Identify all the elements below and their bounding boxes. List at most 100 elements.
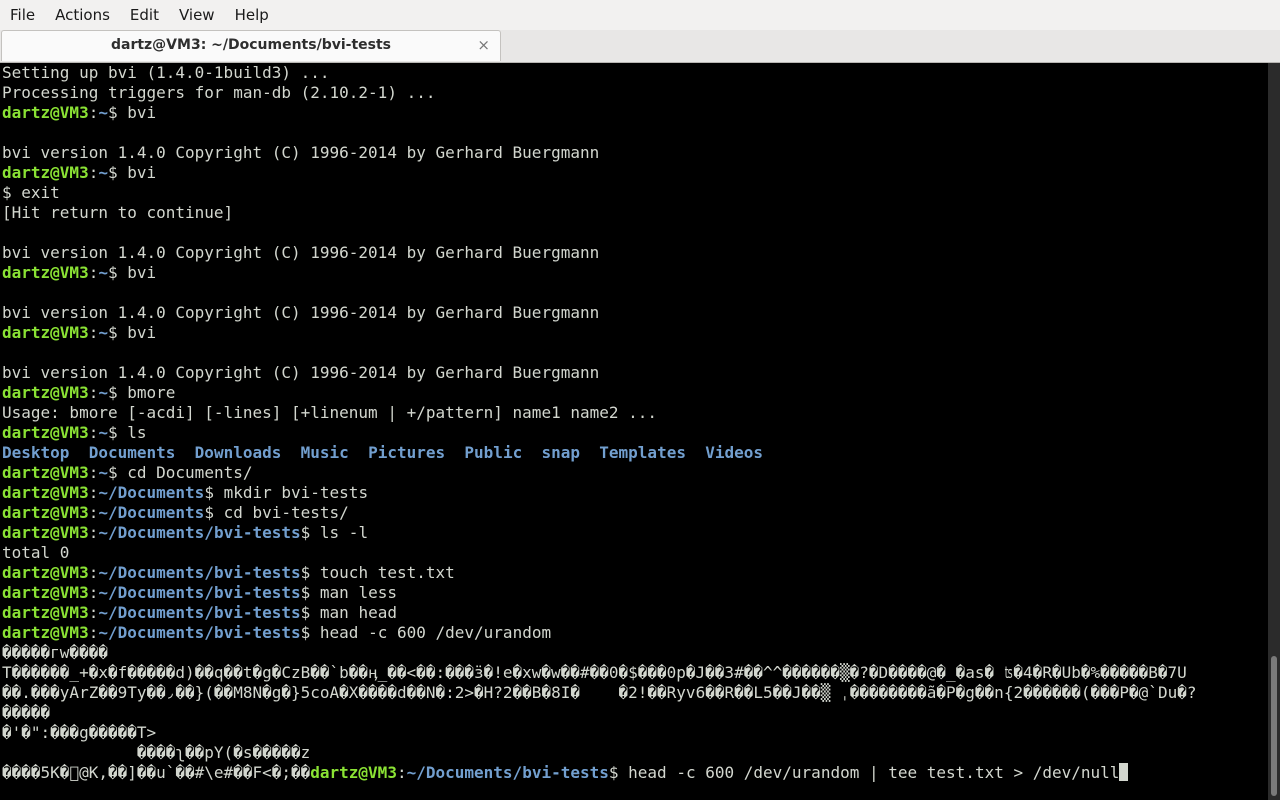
prompt-path: ~/Documents/bvi-tests: [98, 583, 301, 602]
menu-actions[interactable]: Actions: [45, 0, 120, 30]
terminal-line: dartz@VM3:~$ cd Documents/: [0, 463, 1268, 483]
terminal-line: [Hit return to continue]: [0, 203, 1268, 223]
terminal-text: :: [88, 263, 99, 282]
terminal-line: dartz@VM3:~/Documents/bvi-tests$ head -c…: [0, 623, 1268, 643]
terminal-line: Processing triggers for man-db (2.10.2-1…: [0, 83, 1268, 103]
close-icon[interactable]: ×: [477, 36, 490, 54]
terminal-text: bvi version 1.4.0 Copyright (C) 1996-201…: [2, 363, 600, 382]
prompt-user-host: dartz@VM3: [2, 423, 89, 442]
prompt-user-host: dartz@VM3: [2, 623, 89, 642]
terminal-text: :: [396, 763, 407, 782]
terminal-text: :: [88, 103, 99, 122]
directory-entry: Downloads: [194, 443, 282, 462]
terminal-text: :: [88, 583, 99, 602]
terminal-text: bvi version 1.4.0 Copyright (C) 1996-201…: [2, 243, 600, 262]
prompt-path: ~/Documents/bvi-tests: [98, 623, 301, 642]
terminal-text: $ bvi: [107, 103, 157, 122]
terminal-line: ����5K�⃞@K,��]��u`��#\e#��F<�;��dartz@VM…: [0, 763, 1268, 783]
terminal-line: dartz@VM3:~/Documents$ mkdir bvi-tests: [0, 483, 1268, 503]
tab-title: dartz@VM3: ~/Documents/bvi-tests: [110, 37, 392, 53]
terminal-text: ����5K�⃞@K,��]��u`��#\e#��F<�;��: [2, 763, 311, 782]
terminal-line: �'�":���g�����T>: [0, 723, 1268, 743]
prompt-path: ~/Documents/bvi-tests: [98, 603, 301, 622]
terminal-line: dartz@VM3:~$ bvi: [0, 323, 1268, 343]
terminal-line: T������_+�x�f�����d)��q��t�g�CzB��`b��ӊ_…: [0, 663, 1268, 683]
terminal-text: :: [88, 503, 99, 522]
terminal-text: :: [88, 163, 99, 182]
prompt-path: ~: [98, 263, 108, 282]
terminal-text: :: [88, 483, 99, 502]
terminal-line: dartz@VM3:~/Documents/bvi-tests$ man les…: [0, 583, 1268, 603]
terminal-text: $ head -c 600 /dev/urandom: [300, 623, 552, 642]
terminal-text: $ bvi: [107, 163, 157, 182]
menu-bar: File Actions Edit View Help: [0, 0, 1280, 30]
prompt-path: ~/Documents: [98, 483, 205, 502]
directory-entry: Templates: [599, 443, 686, 462]
terminal-text: $ bmore: [107, 383, 176, 402]
prompt-path: ~: [98, 383, 108, 402]
terminal-line: bvi version 1.4.0 Copyright (C) 1996-201…: [0, 143, 1268, 163]
menu-edit[interactable]: Edit: [120, 0, 169, 30]
menu-file[interactable]: File: [0, 0, 45, 30]
terminal-text: :: [88, 563, 99, 582]
terminal-line: �����гw����: [0, 643, 1268, 663]
terminal-text: bvi version 1.4.0 Copyright (C) 1996-201…: [2, 303, 600, 322]
terminal-text: :: [88, 623, 99, 642]
directory-entry: Music: [300, 443, 349, 462]
terminal-text: $ exit: [2, 183, 60, 202]
terminal-text: [Hit return to continue]: [2, 203, 234, 222]
directory-entry: snap: [541, 443, 580, 462]
terminal-line: ��.���yArZ��9Ty��◞��}(��M8N�g�}5coA�X���…: [0, 683, 1268, 703]
terminal-line: Setting up bvi (1.4.0-1build3) ...: [0, 63, 1268, 83]
prompt-path: ~: [98, 103, 108, 122]
terminal-text: $ man less: [300, 583, 397, 602]
scrollbar-thumb[interactable]: [1271, 656, 1277, 796]
terminal-line: dartz@VM3:~/Documents/bvi-tests$ ls -l: [0, 523, 1268, 543]
terminal-line: dartz@VM3:~$ bvi: [0, 103, 1268, 123]
terminal-text: $ man head: [300, 603, 397, 622]
terminal-text: Processing triggers for man-db (2.10.2-1…: [2, 83, 436, 102]
terminal-line: dartz@VM3:~/Documents/bvi-tests$ touch t…: [0, 563, 1268, 583]
terminal-text: $ mkdir bvi-tests: [204, 483, 369, 502]
terminal-line: $ exit: [0, 183, 1268, 203]
prompt-path: ~/Documents: [98, 503, 205, 522]
terminal-text: :: [88, 383, 99, 402]
terminal-line: bvi version 1.4.0 Copyright (C) 1996-201…: [0, 363, 1268, 383]
prompt-user-host: dartz@VM3: [2, 483, 89, 502]
prompt-user-host: dartz@VM3: [2, 463, 89, 482]
terminal-line: bvi version 1.4.0 Copyright (C) 1996-201…: [0, 303, 1268, 323]
prompt-path: ~/Documents/bvi-tests: [98, 523, 301, 542]
prompt-user-host: dartz@VM3: [310, 763, 397, 782]
terminal-text: :: [88, 603, 99, 622]
terminal-text: total 0: [2, 543, 70, 562]
prompt-user-host: dartz@VM3: [2, 583, 89, 602]
terminal-text: $ bvi: [107, 323, 157, 342]
menu-view[interactable]: View: [169, 0, 225, 30]
terminal-tab[interactable]: dartz@VM3: ~/Documents/bvi-tests ×: [1, 30, 501, 61]
terminal-text: �����: [2, 703, 51, 722]
directory-entry: Desktop: [2, 443, 70, 462]
terminal-text: bvi version 1.4.0 Copyright (C) 1996-201…: [2, 143, 600, 162]
vertical-scrollbar[interactable]: [1268, 63, 1280, 800]
prompt-path: ~: [98, 323, 108, 342]
menu-help[interactable]: Help: [225, 0, 279, 30]
terminal-line: dartz@VM3:~$ bvi: [0, 163, 1268, 183]
directory-entry: Documents: [88, 443, 176, 462]
terminal-line: �����: [0, 703, 1268, 723]
terminal-text: T������_+�x�f�����d)��q��t�g�CzB��`b��ӊ_…: [2, 663, 1187, 682]
terminal-output[interactable]: Setting up bvi (1.4.0-1build3) ... Proces…: [0, 63, 1268, 800]
terminal-text: $ bvi: [107, 263, 157, 282]
terminal-text: Usage: bmore [-acdi] [-lines] [+linenum …: [2, 403, 658, 422]
